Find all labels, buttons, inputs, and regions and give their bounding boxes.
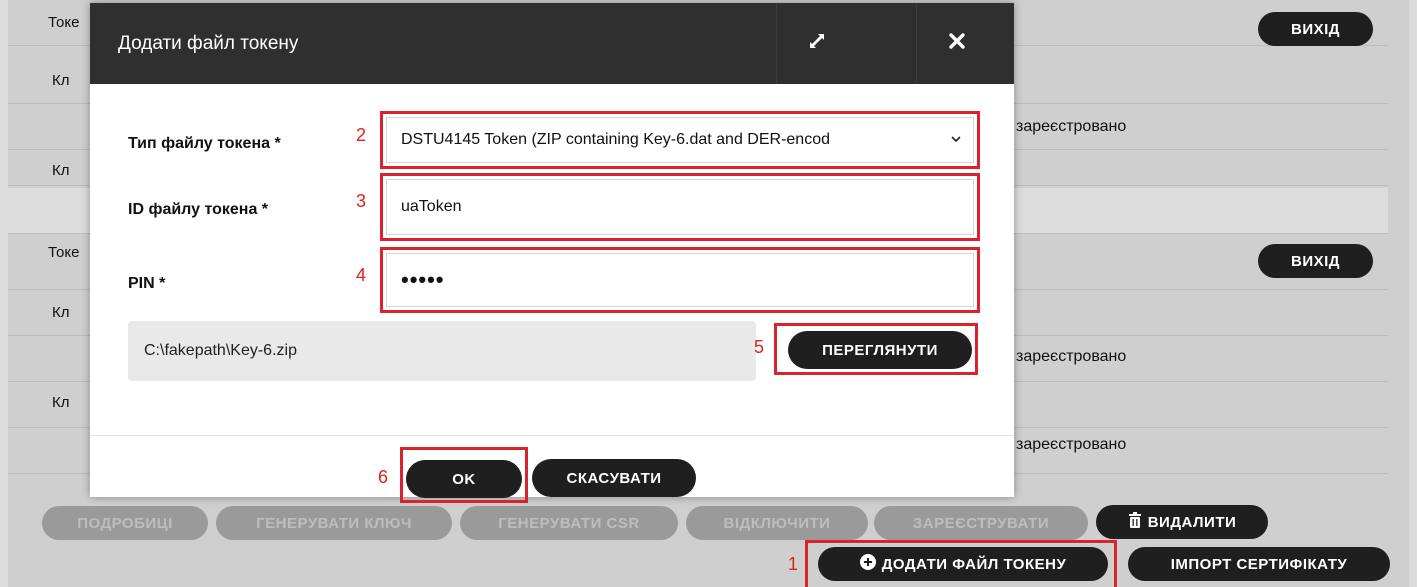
- cancel-button[interactable]: СКАСУВАТИ: [532, 459, 696, 497]
- pin-value: •••••: [401, 267, 445, 292]
- file-path-value: C:\fakepath\Key-6.zip: [144, 342, 297, 359]
- dialog-header: Додати файл токену: [90, 3, 1014, 84]
- exit-button[interactable]: ВИХІД: [1258, 12, 1373, 46]
- token-type-label: Тип файлу токена *: [128, 135, 281, 152]
- dialog-footer-divider: [90, 435, 1014, 436]
- file-path-field: C:\fakepath\Key-6.zip: [128, 321, 756, 381]
- maximize-button[interactable]: [776, 3, 856, 84]
- annotation-number: 4: [356, 265, 367, 285]
- key-label: Кл: [52, 394, 70, 411]
- details-button[interactable]: ПОДРОБИЦІ: [42, 506, 208, 540]
- browse-button[interactable]: ПЕРЕГЛЯНУТИ: [788, 331, 972, 369]
- key-label: Кл: [52, 72, 70, 89]
- annotation-number: 5: [754, 337, 765, 357]
- token-id-label: ID файлу токена *: [128, 201, 269, 218]
- delete-button[interactable]: ВИДАЛИТИ: [1096, 505, 1268, 539]
- status-text: зареєстровано: [1016, 118, 1127, 135]
- generate-csr-button[interactable]: ГЕНЕРУВАТИ CSR: [460, 506, 678, 540]
- dialog-title: Додати файл токену: [118, 33, 299, 54]
- close-button[interactable]: [916, 3, 996, 84]
- import-certificate-button[interactable]: ІМПОРТ СЕРТИФІКАТУ: [1128, 547, 1390, 581]
- status-text: зареєстровано: [1016, 436, 1127, 453]
- token-type-select[interactable]: DSTU4145 Token (ZIP containing Key-6.dat…: [386, 117, 974, 163]
- status-text: зареєстровано: [1016, 348, 1127, 365]
- pin-input[interactable]: •••••: [386, 253, 974, 307]
- chevron-down-icon: [951, 132, 961, 146]
- annotation-highlight-box: [805, 540, 1117, 587]
- exit-button[interactable]: ВИХІД: [1258, 244, 1373, 278]
- trash-icon: [1128, 512, 1142, 532]
- token-id-value: uaToken: [401, 198, 462, 215]
- disconnect-button[interactable]: ВІДКЛЮЧИТИ: [686, 506, 868, 540]
- token-type-value: DSTU4145 Token (ZIP containing Key-6.dat…: [401, 131, 830, 148]
- token-label: Токе: [48, 244, 80, 261]
- delete-label: ВИДАЛИТИ: [1147, 513, 1237, 531]
- key-label: Кл: [52, 162, 70, 179]
- ok-button[interactable]: OK: [406, 460, 522, 498]
- generate-key-button[interactable]: ГЕНЕРУВАТИ КЛЮЧ: [216, 506, 452, 540]
- close-icon: [948, 33, 965, 54]
- annotation-number: 1: [788, 554, 799, 574]
- token-id-input[interactable]: uaToken: [386, 179, 974, 235]
- expand-icon: [808, 32, 826, 55]
- annotation-number: 6: [378, 467, 389, 487]
- register-button[interactable]: ЗАРЕЄСТРУВАТИ: [874, 506, 1088, 540]
- annotation-number: 3: [356, 191, 367, 211]
- token-label: Токе: [48, 14, 80, 31]
- pin-label: PIN *: [128, 275, 166, 292]
- key-label: Кл: [52, 304, 70, 321]
- annotation-number: 2: [356, 125, 367, 145]
- add-token-file-dialog: Додати файл токену Тип файлу токена * 2 …: [90, 3, 1014, 503]
